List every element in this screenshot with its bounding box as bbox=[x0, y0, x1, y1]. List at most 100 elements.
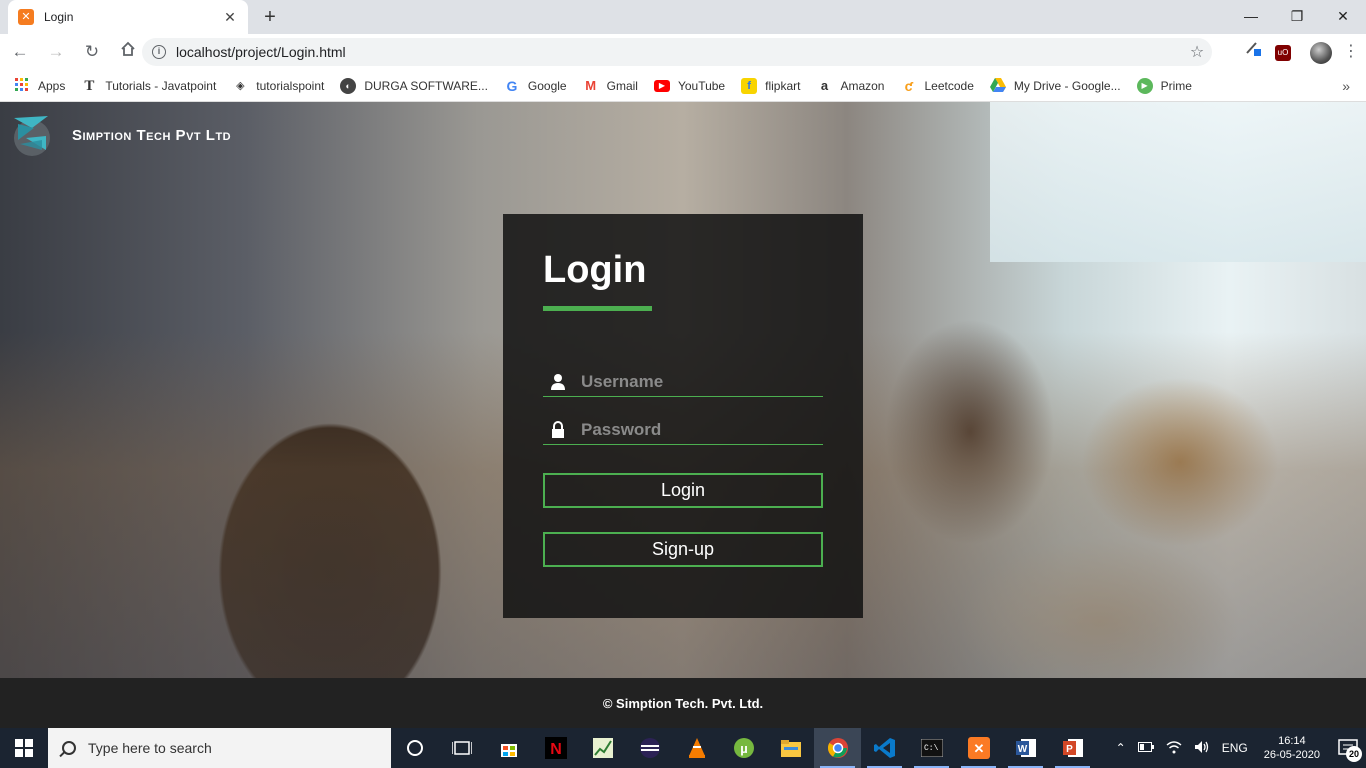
search-icon bbox=[62, 741, 76, 755]
info-icon[interactable]: i bbox=[152, 45, 166, 59]
minimize-button[interactable]: — bbox=[1228, 0, 1274, 34]
bookmark-label: Gmail bbox=[606, 78, 638, 93]
reload-icon[interactable]: ↻ bbox=[76, 38, 108, 66]
search-placeholder: Type here to search bbox=[88, 740, 212, 756]
login-title: Login bbox=[543, 249, 647, 291]
bookmark-youtube[interactable]: ▶ YouTube bbox=[653, 78, 726, 93]
utorrent-icon[interactable]: µ bbox=[720, 728, 767, 768]
netflix-icon[interactable]: N bbox=[532, 728, 579, 768]
tab-title: Login bbox=[44, 10, 74, 24]
chrome-icon[interactable] bbox=[814, 728, 861, 768]
window-controls: — ❐ ✕ bbox=[1228, 0, 1366, 34]
action-center-icon[interactable]: 20 bbox=[1330, 728, 1366, 768]
signup-button[interactable]: Sign-up bbox=[543, 532, 823, 567]
tutorialspoint-icon: ◈ bbox=[236, 79, 245, 92]
bookmark-label: Leetcode bbox=[924, 78, 974, 93]
browser-tab-login[interactable]: ✕ Login ✕ bbox=[8, 0, 248, 34]
svg-text:N: N bbox=[550, 741, 562, 758]
file-explorer-icon[interactable] bbox=[767, 728, 814, 768]
gmail-icon: M bbox=[585, 77, 597, 93]
svg-text:C:\: C:\ bbox=[924, 744, 939, 753]
bookmarks-overflow-icon[interactable]: » bbox=[1342, 78, 1350, 94]
xampp-icon[interactable]: ✕ bbox=[955, 728, 1002, 768]
bookmark-prime[interactable]: ▶ Prime bbox=[1136, 77, 1192, 94]
login-button[interactable]: Login bbox=[543, 473, 823, 508]
durga-icon: ◐ bbox=[340, 77, 357, 94]
bookmark-label: My Drive - Google... bbox=[1013, 78, 1121, 93]
bookmark-tutorialspoint[interactable]: ◈ tutorialspoint bbox=[232, 78, 324, 94]
youtube-icon: ▶ bbox=[653, 79, 670, 92]
close-window-button[interactable]: ✕ bbox=[1320, 0, 1366, 34]
bookmark-drive[interactable]: My Drive - Google... bbox=[989, 77, 1121, 94]
svg-text:W: W bbox=[1017, 744, 1027, 755]
browser-toolbar: ← → ↻ i localhost/project/Login.html ☆ u… bbox=[0, 34, 1366, 70]
tab-close-icon[interactable]: ✕ bbox=[222, 9, 238, 26]
svg-text:µ: µ bbox=[740, 741, 748, 756]
home-icon[interactable] bbox=[112, 38, 144, 66]
terminal-icon[interactable]: C:\ bbox=[908, 728, 955, 768]
clock-date: 26-05-2020 bbox=[1263, 749, 1320, 761]
address-bar[interactable]: i localhost/project/Login.html ☆ bbox=[142, 38, 1212, 66]
bookmark-apps[interactable]: Apps bbox=[14, 77, 65, 94]
login-panel: Login Login Sign-up bbox=[503, 214, 863, 618]
password-field bbox=[543, 415, 823, 445]
bookmark-star-icon[interactable]: ☆ bbox=[1182, 42, 1212, 62]
url-text[interactable]: localhost/project/Login.html bbox=[176, 44, 1182, 60]
extension-icon[interactable] bbox=[1238, 38, 1268, 66]
wifi-icon[interactable] bbox=[1166, 740, 1182, 757]
chart-app-icon[interactable] bbox=[579, 728, 626, 768]
svg-text:P: P bbox=[1066, 744, 1073, 755]
flipkart-icon: f bbox=[741, 77, 758, 94]
vscode-icon[interactable] bbox=[861, 728, 908, 768]
bookmark-gmail[interactable]: M Gmail bbox=[583, 78, 638, 94]
password-input[interactable] bbox=[581, 419, 801, 440]
profile-avatar[interactable] bbox=[1306, 38, 1336, 66]
battery-icon[interactable] bbox=[1137, 741, 1154, 755]
xampp-favicon-icon: ✕ bbox=[18, 9, 34, 25]
clock[interactable]: 16:14 26-05-2020 bbox=[1264, 734, 1320, 762]
windows-taskbar: Type here to search N µ C:\ ✕ W P ⌃ ENG … bbox=[0, 728, 1366, 768]
bookmark-leetcode[interactable]: ƈ Leetcode bbox=[900, 77, 974, 94]
bookmark-label: YouTube bbox=[677, 78, 726, 93]
restore-button[interactable]: ❐ bbox=[1274, 0, 1320, 34]
cortana-icon[interactable] bbox=[391, 728, 438, 768]
language-indicator[interactable]: ENG bbox=[1222, 741, 1248, 755]
eclipse-icon[interactable] bbox=[626, 728, 673, 768]
bookmark-flipkart[interactable]: f flipkart bbox=[741, 77, 800, 94]
javatpoint-icon: T bbox=[84, 77, 95, 94]
ublock-badge: uO bbox=[1275, 45, 1291, 62]
windows-start-icon[interactable] bbox=[0, 728, 48, 768]
bookmark-label: Prime bbox=[1160, 78, 1192, 93]
page-background: Simption Tech Pvt Ltd Login Login Sign-u… bbox=[0, 102, 1366, 678]
bookmark-amazon[interactable]: a Amazon bbox=[816, 78, 885, 94]
bookmark-label: Amazon bbox=[840, 78, 885, 93]
bookmark-label: tutorialspoint bbox=[256, 78, 325, 93]
taskbar-search[interactable]: Type here to search bbox=[48, 728, 391, 768]
store-icon[interactable] bbox=[485, 728, 532, 768]
clock-time: 16:14 bbox=[1278, 735, 1306, 747]
username-input[interactable] bbox=[581, 371, 801, 392]
menu-kebab-icon[interactable]: ⋮ bbox=[1336, 38, 1366, 66]
bookmark-google[interactable]: G Google bbox=[504, 78, 566, 94]
powerpoint-icon[interactable]: P bbox=[1049, 728, 1096, 768]
task-view-icon[interactable] bbox=[438, 728, 485, 768]
chevron-up-icon[interactable]: ⌃ bbox=[1116, 741, 1126, 755]
volume-icon[interactable] bbox=[1194, 740, 1210, 757]
leetcode-icon: ƈ bbox=[904, 77, 913, 94]
back-arrow-icon[interactable]: ← bbox=[4, 38, 36, 66]
vlc-icon[interactable] bbox=[673, 728, 720, 768]
footer-copyright: © Simption Tech. Pvt. Ltd. bbox=[602, 695, 764, 711]
bookmark-label: DURGA SOFTWARE... bbox=[364, 78, 488, 93]
brand: Simption Tech Pvt Ltd bbox=[12, 114, 231, 156]
lock-icon bbox=[552, 420, 564, 438]
bookmark-javatpoint[interactable]: T Tutorials - Javatpoint bbox=[81, 78, 216, 94]
new-tab-button[interactable]: + bbox=[258, 5, 282, 29]
bookmark-durga[interactable]: ◐ DURGA SOFTWARE... bbox=[340, 77, 488, 94]
word-icon[interactable]: W bbox=[1002, 728, 1049, 768]
bookmark-label: Tutorials - Javatpoint bbox=[105, 78, 217, 93]
ublock-icon[interactable]: uO bbox=[1268, 38, 1298, 66]
title-underline bbox=[543, 306, 652, 311]
brand-name: Simption Tech Pvt Ltd bbox=[72, 126, 232, 144]
browser-tabstrip: ✕ Login ✕ + — ❐ ✕ bbox=[0, 0, 1366, 34]
forward-arrow-icon[interactable]: → bbox=[40, 38, 72, 66]
